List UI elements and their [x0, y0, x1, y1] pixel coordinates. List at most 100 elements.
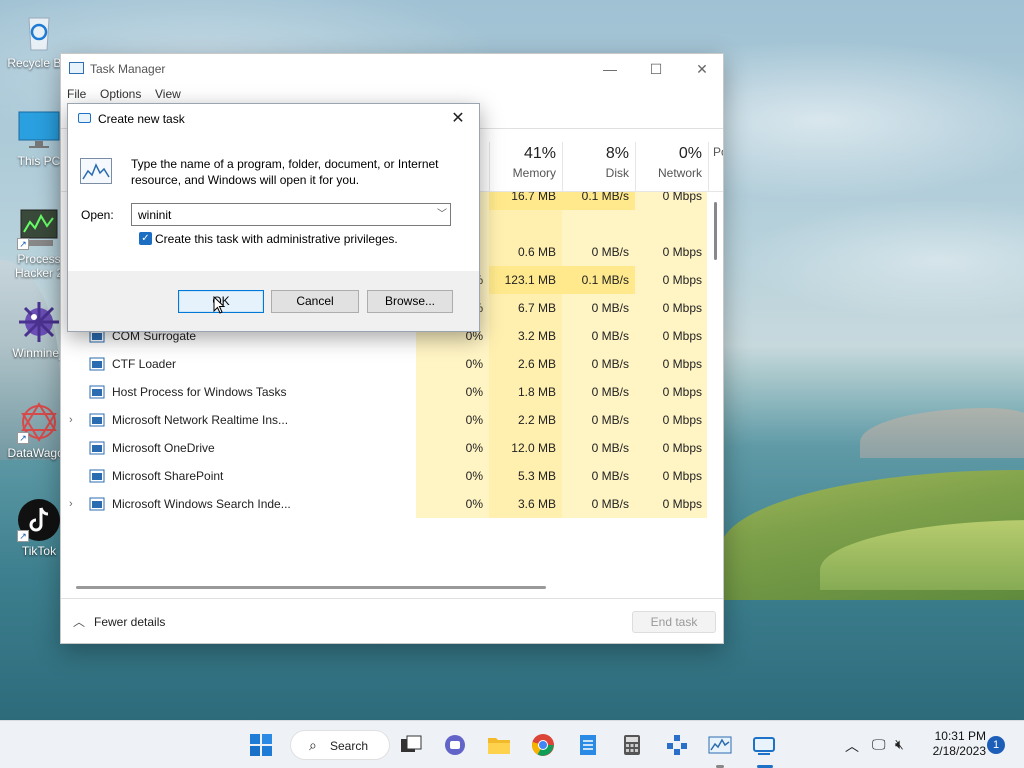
task-manager-titlebar[interactable]: Task Manager — ☐ ✕ [61, 54, 723, 84]
task-manager-icon[interactable] [708, 733, 732, 757]
process-mem-cell: 5.3 MB [489, 462, 562, 490]
process-row[interactable]: Microsoft OneDrive 0% 12.0 MB 0 MB/s 0 Mbps [61, 434, 707, 462]
horizontal-scrollbar[interactable] [76, 586, 546, 589]
file-explorer-icon[interactable] [487, 733, 511, 757]
menu-file[interactable]: File [67, 87, 86, 101]
process-icon [89, 385, 105, 399]
process-row[interactable]: Microsoft SharePoint 0% 5.3 MB 0 MB/s 0 Mbps [61, 462, 707, 490]
process-icon [89, 357, 105, 371]
notepad-icon[interactable] [576, 733, 600, 757]
recycle-bin-icon [17, 10, 61, 54]
search-label: Search [330, 739, 369, 753]
open-combobox[interactable]: wininit ﹀ [131, 203, 451, 226]
task-manager-menubar: File Options View [61, 84, 723, 104]
task-view-icon[interactable] [399, 733, 423, 757]
dialog-title: Create new task [98, 112, 185, 126]
process-mem-cell: 123.1 MB [489, 266, 562, 294]
process-icon [89, 413, 105, 427]
clock-date: 2/18/2023 [932, 744, 986, 758]
process-disk-cell: 0 MB/s [562, 434, 635, 462]
task-manager-title: Task Manager [90, 62, 166, 76]
column-header-power[interactable]: Po [708, 142, 723, 192]
network-app-icon[interactable] [665, 733, 689, 757]
mine-icon [17, 300, 61, 344]
admin-privileges-checkbox[interactable]: ✓ [139, 232, 152, 245]
cancel-button[interactable]: Cancel [271, 290, 359, 313]
process-disk-cell: 0 MB/s [562, 378, 635, 406]
process-net-cell [635, 210, 707, 238]
expand-chevron-icon[interactable]: › [69, 490, 73, 518]
column-header-network[interactable]: 0% Network [635, 142, 708, 192]
browse-button[interactable]: Browse... [367, 290, 453, 313]
menu-view[interactable]: View [155, 87, 181, 101]
dialog-close-button[interactable]: ✕ [446, 108, 470, 130]
chrome-icon[interactable] [531, 733, 555, 757]
minimize-button[interactable]: — [587, 54, 633, 84]
process-icon [89, 441, 105, 455]
process-row[interactable]: › Microsoft Windows Search Inde... 0% 3.6 M… [61, 490, 707, 518]
process-mem-cell: 3.2 MB [489, 322, 562, 350]
process-mem-cell: 3.6 MB [489, 490, 562, 518]
process-row[interactable]: Host Process for Windows Tasks 0% 1.8 MB 0 … [61, 378, 707, 406]
expand-chevron-icon[interactable]: › [69, 406, 73, 434]
process-icon [89, 497, 105, 511]
process-disk-cell: 0 MB/s [562, 490, 635, 518]
process-net-cell: 0 Mbps [635, 434, 707, 462]
process-row[interactable]: › Microsoft Network Realtime Ins... 0% 2.2 … [61, 406, 707, 434]
process-mem-cell: 6.7 MB [489, 294, 562, 322]
process-cpu-cell: 0% [416, 378, 489, 406]
clock-time: 10:31 PM [934, 729, 986, 743]
calculator-icon[interactable] [620, 733, 644, 757]
open-input-value[interactable]: wininit [138, 208, 171, 222]
column-pct: 8% [605, 145, 629, 162]
process-net-cell: 0 Mbps [635, 238, 707, 266]
process-net-cell: 0 Mbps [635, 378, 707, 406]
process-disk-cell: 0 MB/s [562, 294, 635, 322]
volume-muted-icon[interactable]: 🔇︎ [895, 736, 904, 753]
process-disk-cell: 0.1 MB/s [562, 266, 635, 294]
process-net-cell: 0 Mbps [635, 462, 707, 490]
process-disk-cell: 0 MB/s [562, 462, 635, 490]
process-name: CTF Loader [112, 357, 177, 371]
run-dialog-icon[interactable] [752, 733, 776, 757]
teams-chat-icon[interactable] [443, 733, 467, 757]
column-header-disk[interactable]: 8% Disk [562, 142, 635, 192]
column-pct: 0% [678, 145, 702, 162]
process-name: Host Process for Windows Tasks [112, 385, 287, 399]
process-mem-cell: 2.6 MB [489, 350, 562, 378]
open-label: Open: [81, 208, 114, 222]
process-net-cell: 0 Mbps [635, 350, 707, 378]
maximize-button[interactable]: ☐ [633, 54, 679, 84]
taskbar-clock[interactable]: 10:31 PM 2/18/2023 [922, 729, 986, 759]
column-label: Po [713, 145, 723, 159]
end-task-button[interactable]: End task [632, 611, 716, 633]
close-button[interactable]: ✕ [679, 54, 723, 84]
dialog-body: Type the name of a program, folder, docu… [68, 134, 479, 271]
chevron-up-icon[interactable]: ︿ [73, 613, 85, 630]
process-hacker-icon: ↗ [17, 206, 61, 250]
chevron-up-icon[interactable]: ︿ [845, 736, 859, 756]
notification-badge[interactable]: 1 [987, 736, 1005, 754]
process-row[interactable]: CTF Loader 0% 2.6 MB 0 MB/s 0 Mbps [61, 350, 707, 378]
process-name: Microsoft Windows Search Inde... [112, 497, 291, 511]
process-mem-cell: 12.0 MB [489, 434, 562, 462]
column-pct: 41% [523, 145, 556, 162]
start-icon[interactable] [249, 733, 273, 757]
column-header-memory[interactable]: 41% Memory [489, 142, 562, 192]
fewer-details-link[interactable]: Fewer details [94, 615, 165, 629]
process-name: Microsoft SharePoint [112, 469, 224, 483]
process-cpu-cell: 0% [416, 406, 489, 434]
column-label: Memory [512, 166, 556, 180]
dialog-titlebar[interactable]: Create new task ✕ [68, 104, 479, 134]
process-mem-cell: 1.8 MB [489, 378, 562, 406]
menu-options[interactable]: Options [100, 87, 141, 101]
chevron-down-icon[interactable]: ﹀ [434, 206, 450, 224]
column-label: Network [657, 166, 702, 180]
taskbar-search-box[interactable]: ⌕ Search [290, 730, 390, 760]
process-name: Microsoft Network Realtime Ins... [112, 413, 289, 427]
vertical-scrollbar[interactable] [714, 202, 717, 260]
dialog-description: Type the name of a program, folder, docu… [131, 157, 439, 187]
network-icon[interactable]: 🖵 [872, 736, 886, 753]
datawagon-icon: ↗ [17, 400, 61, 444]
admin-privileges-label[interactable]: Create this task with administrative pri… [155, 232, 398, 246]
